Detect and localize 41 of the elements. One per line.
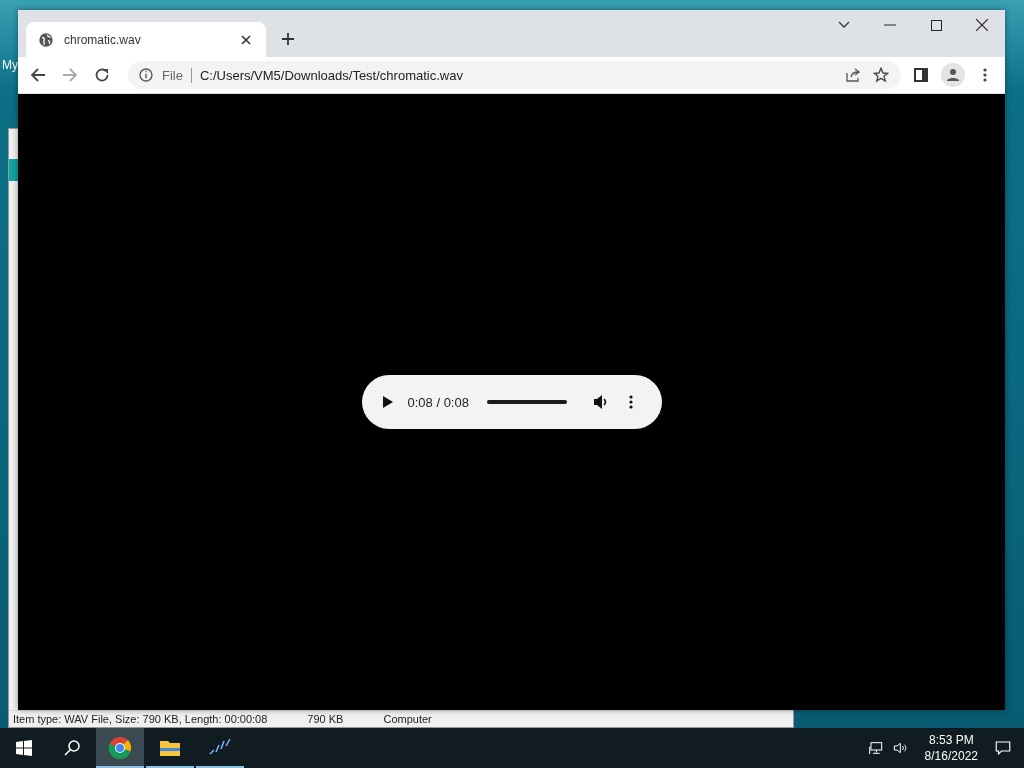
seek-bar[interactable]	[486, 400, 567, 404]
volume-icon	[892, 740, 909, 756]
selected-row[interactable]	[9, 159, 19, 181]
address-bar[interactable]: File C:/Users/VM5/Downloads/Test/chromatic.wav	[128, 61, 901, 89]
status-text: Computer	[383, 713, 432, 725]
close-icon	[976, 19, 988, 31]
close-icon	[241, 34, 251, 45]
clock[interactable]: 8:53 PM 8/16/2022	[924, 732, 978, 764]
kebab-icon	[983, 68, 987, 82]
speaker-icon	[592, 394, 609, 410]
minimize-icon	[884, 24, 896, 26]
side-panel-icon	[914, 68, 928, 82]
arrow-right-icon	[62, 67, 78, 83]
notification-icon	[994, 739, 1012, 757]
scheme-label: File	[162, 67, 192, 83]
desktop-icon-label[interactable]: My	[2, 58, 18, 72]
url-text: C:/Users/VM5/Downloads/Test/chromatic.wav	[199, 67, 464, 83]
status-text: Item type: WAV File, Size: 790 KB, Length: 00:00:08	[13, 713, 268, 725]
reload-icon	[94, 67, 110, 83]
chevron-down-icon	[838, 21, 850, 29]
person-icon	[946, 68, 960, 82]
share-icon	[845, 67, 861, 83]
info-icon	[138, 67, 154, 83]
playback-time: 0:08 / 0:08	[407, 394, 469, 410]
taskbar-app-button[interactable]	[96, 728, 144, 768]
windows-icon	[16, 740, 32, 756]
profile-button[interactable]	[941, 63, 965, 87]
maximize-icon	[930, 19, 942, 31]
kebab-icon	[628, 395, 633, 409]
star-icon	[873, 67, 889, 83]
bookmark-star-button[interactable]	[871, 65, 891, 85]
browser-tab[interactable]: chromatic.wav	[26, 22, 266, 57]
network-icon	[868, 740, 885, 756]
chrome-icon	[108, 736, 132, 760]
status-text: 790 KB	[307, 713, 344, 725]
arrow-left-icon	[30, 67, 46, 83]
search-icon	[63, 739, 81, 757]
globe-icon	[38, 31, 54, 48]
play-icon	[382, 396, 393, 408]
tab-title: chromatic.wav	[64, 32, 142, 47]
plus-icon	[281, 32, 295, 46]
